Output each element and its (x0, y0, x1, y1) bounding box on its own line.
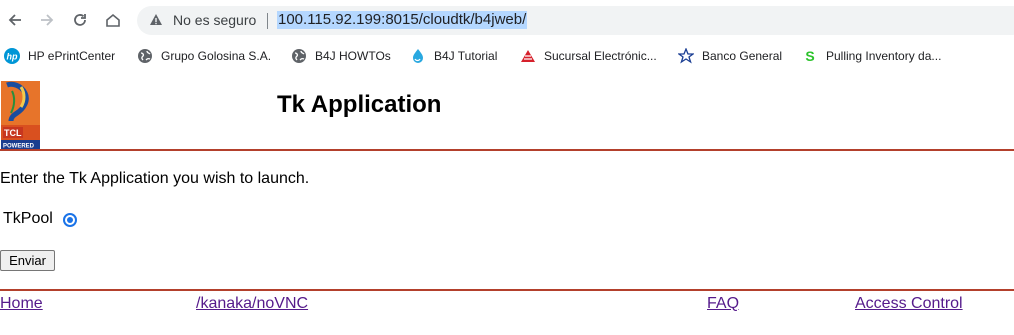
bookmark-b4j-tutorial[interactable]: B4J Tutorial (410, 47, 497, 65)
forward-button[interactable] (36, 9, 58, 31)
footer-link-home[interactable]: Home (0, 295, 43, 313)
globe-icon (291, 48, 307, 64)
bookmark-sucursal-electronica[interactable]: Sucursal Electrónic... (520, 47, 657, 65)
footer-link-faq[interactable]: FAQ (707, 295, 739, 313)
bookmark-grupo-golosina[interactable]: Grupo Golosina S.A. (137, 47, 271, 65)
security-status[interactable]: No es seguro (173, 12, 256, 28)
warning-icon (150, 14, 162, 25)
top-divider (0, 149, 1014, 151)
home-icon (106, 13, 120, 27)
tcl-powered-logo: TCL POWERED (1, 81, 40, 150)
star-icon (678, 48, 694, 64)
browser-toolbar: No es seguro 100.115.92.199:8015/cloudtk… (0, 0, 1014, 41)
bookmark-label: Sucursal Electrónic... (544, 49, 657, 63)
bookmark-hp-eprintcenter[interactable]: hp HP ePrintCenter (4, 47, 115, 65)
omnibox-divider (267, 13, 268, 29)
home-button[interactable] (102, 9, 124, 31)
page-title: Tk Application (277, 91, 442, 118)
footer-link-access-control[interactable]: Access Control (855, 295, 963, 313)
bookmark-b4j-howtos[interactable]: B4J HOWTOs (291, 47, 391, 65)
bookmark-banco-general[interactable]: Banco General (678, 47, 782, 65)
bookmark-label: B4J Tutorial (434, 49, 498, 63)
bookmark-label: HP ePrintCenter (28, 49, 116, 63)
bookmark-label: Banco General (702, 49, 783, 63)
reload-button[interactable] (69, 9, 91, 31)
globe-icon (137, 48, 153, 64)
b4x-icon (410, 48, 426, 64)
url-text[interactable]: 100.115.92.199:8015/cloudtk/b4jweb/ (277, 11, 528, 29)
back-button[interactable] (4, 9, 26, 31)
submit-button[interactable]: Enviar (0, 250, 55, 271)
footer-link-novnc[interactable]: /kanaka/noVNC (196, 295, 308, 313)
bottom-divider (0, 289, 1014, 291)
svg-text:hp: hp (7, 52, 18, 62)
bank-icon (520, 48, 536, 64)
intro-text: Enter the Tk Application you wish to lau… (0, 170, 310, 187)
hp-icon: hp (4, 48, 20, 64)
bookmark-label: Grupo Golosina S.A. (161, 49, 272, 63)
bookmark-label: B4J HOWTOs (315, 49, 391, 63)
s-icon: S (802, 48, 818, 64)
back-arrow-icon (8, 14, 21, 26)
logo-text-tcl: TCL (4, 128, 22, 138)
bookmark-pulling-inventory[interactable]: S Pulling Inventory da... (802, 47, 941, 65)
address-bar[interactable]: No es seguro 100.115.92.199:8015/cloudtk… (137, 6, 1014, 35)
bookmarks-bar: hp HP ePrintCenter Grupo Golosina S.A. B… (0, 41, 1014, 71)
radio-tkpool[interactable] (63, 213, 77, 227)
reload-icon (74, 14, 86, 26)
option-label-tkpool: TkPool (3, 210, 53, 227)
forward-arrow-icon (41, 14, 54, 26)
bookmark-label: Pulling Inventory da... (826, 49, 942, 63)
svg-text:S: S (805, 48, 814, 64)
